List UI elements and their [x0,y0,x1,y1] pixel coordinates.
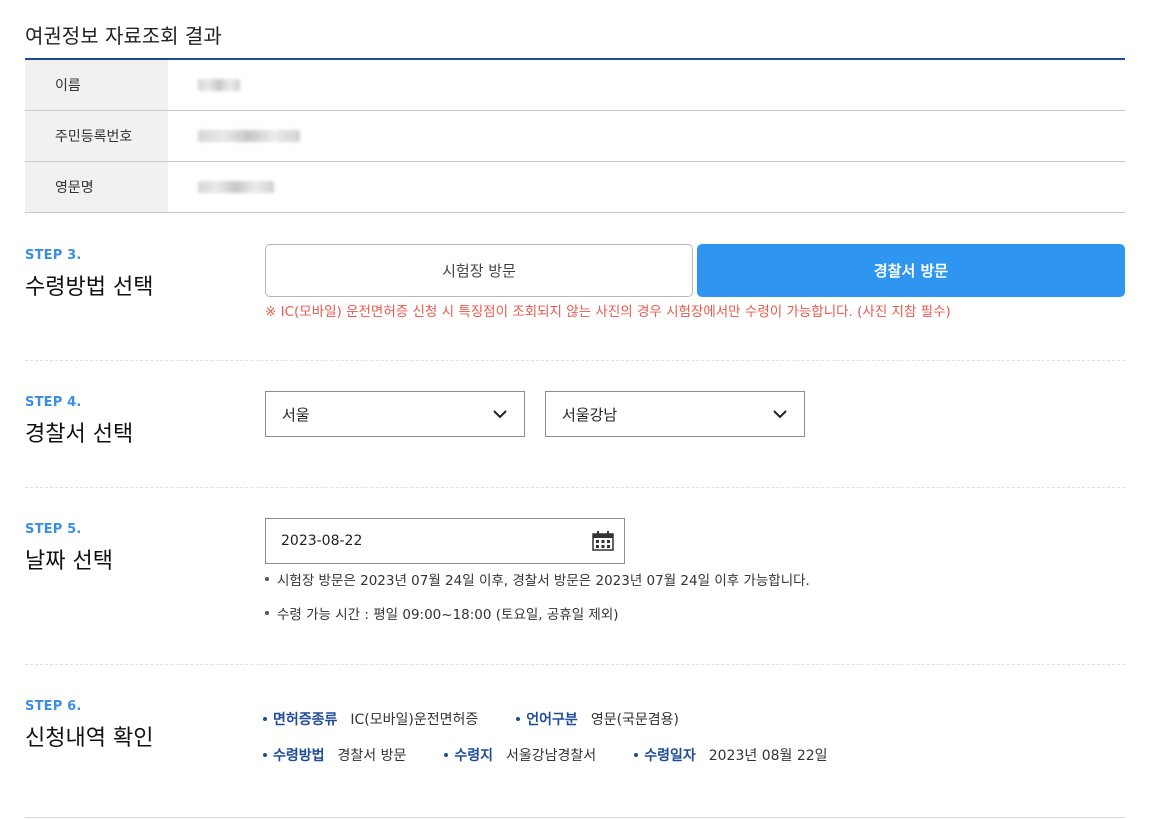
step3-title: 수령방법 선택 [25,275,154,300]
step6-heading: STEP 6. 신청내역 확인 [25,699,153,752]
step3-number: STEP 3. [25,248,82,263]
summary-date-value: 2023년 08월 22일 [708,748,828,764]
step5-heading: STEP 5. 날짜 선택 [25,522,113,575]
step6-title: 신청내역 확인 [25,726,154,751]
page-title: 여권정보 자료조회 결과 [25,24,222,48]
passport-info-table: 이름 주민등록번호 영문명 [25,60,1125,213]
bullet-icon [265,611,269,615]
summary-place: 수령지 서울강남경찰서 [444,745,596,765]
step5-title: 날짜 선택 [25,549,113,574]
photo-warning-text: ※ IC(모바일) 운전면허증 신청 시 특징점이 조회되지 않는 사진의 경우… [265,304,951,320]
step6-number: STEP 6. [25,699,82,714]
summary-row-2: 수령방법 경찰서 방문 수령지 서울강남경찰서 수령일자 2023년 08월 2… [263,745,828,765]
summary-license-type-label: 면허증종류 [273,712,338,728]
info-label-rrn: 주민등록번호 [25,111,168,161]
date-note-1-text: 시험장 방문은 2023년 07월 24일 이후, 경찰서 방문은 2023년 … [277,573,810,589]
summary-method-label: 수령방법 [273,748,325,764]
police-station-select[interactable]: 서울강남 [545,391,805,437]
section-divider [25,487,1125,488]
info-row-name: 이름 [25,60,1125,111]
section-divider [25,360,1125,361]
date-note-2: 수령 가능 시간 : 평일 09:00~18:00 (토요일, 공휴일 제외) [265,603,619,623]
step5-number: STEP 5. [25,522,82,537]
info-value-english-name [168,162,1125,212]
region-select[interactable]: 서울 [265,391,525,437]
summary-license-type-value: IC(모바일)운전면허증 [350,712,479,728]
date-input[interactable]: 2023-08-22 [265,518,625,564]
chevron-down-icon [493,410,507,419]
summary-language-value: 영문(국문겸용) [590,712,680,728]
info-value-name [168,60,1125,110]
bullet-icon [265,577,269,581]
summary-license-type: 면허증종류 IC(모바일)운전면허증 [263,709,478,729]
summary-method: 수령방법 경찰서 방문 [263,745,406,765]
info-row-english-name: 영문명 [25,162,1125,213]
bullet-icon [516,717,521,721]
summary-place-label: 수령지 [454,748,494,764]
bottom-divider [25,817,1125,818]
chevron-down-icon [773,410,787,419]
info-label-english-name: 영문명 [25,162,168,212]
info-value-rrn [168,111,1125,161]
info-row-rrn: 주민등록번호 [25,111,1125,162]
summary-place-value: 서울강남경찰서 [506,748,597,764]
section-divider [25,664,1125,665]
step3-heading: STEP 3. 수령방법 선택 [25,248,153,301]
police-station-select-value: 서울강남 [562,405,618,424]
receive-police-station-button[interactable]: 경찰서 방문 [697,244,1125,297]
summary-language: 언어구분 영문(국문겸용) [516,709,679,729]
bullet-icon [263,753,267,757]
bullet-icon [634,753,639,757]
step4-title: 경찰서 선택 [25,422,134,447]
step4-number: STEP 4. [25,395,82,410]
bullet-icon [444,753,449,757]
receive-test-center-button[interactable]: 시험장 방문 [265,244,693,297]
region-select-value: 서울 [282,405,310,424]
summary-row-1: 면허증종류 IC(모바일)운전면허증 언어구분 영문(국문겸용) [263,709,679,729]
redacted-english-name [198,181,274,193]
redacted-rrn [198,130,300,142]
info-label-name: 이름 [25,60,168,110]
date-note-1: 시험장 방문은 2023년 07월 24일 이후, 경찰서 방문은 2023년 … [265,569,810,589]
step4-heading: STEP 4. 경찰서 선택 [25,395,133,448]
summary-date-label: 수령일자 [644,748,696,764]
summary-language-label: 언어구분 [526,712,578,728]
summary-date: 수령일자 2023년 08월 22일 [634,745,828,765]
date-note-2-text: 수령 가능 시간 : 평일 09:00~18:00 (토요일, 공휴일 제외) [277,607,619,623]
summary-method-value: 경찰서 방문 [337,748,407,764]
bullet-icon [263,717,267,721]
calendar-icon[interactable] [592,531,614,551]
date-input-value: 2023-08-22 [281,533,363,549]
redacted-name [198,79,240,91]
